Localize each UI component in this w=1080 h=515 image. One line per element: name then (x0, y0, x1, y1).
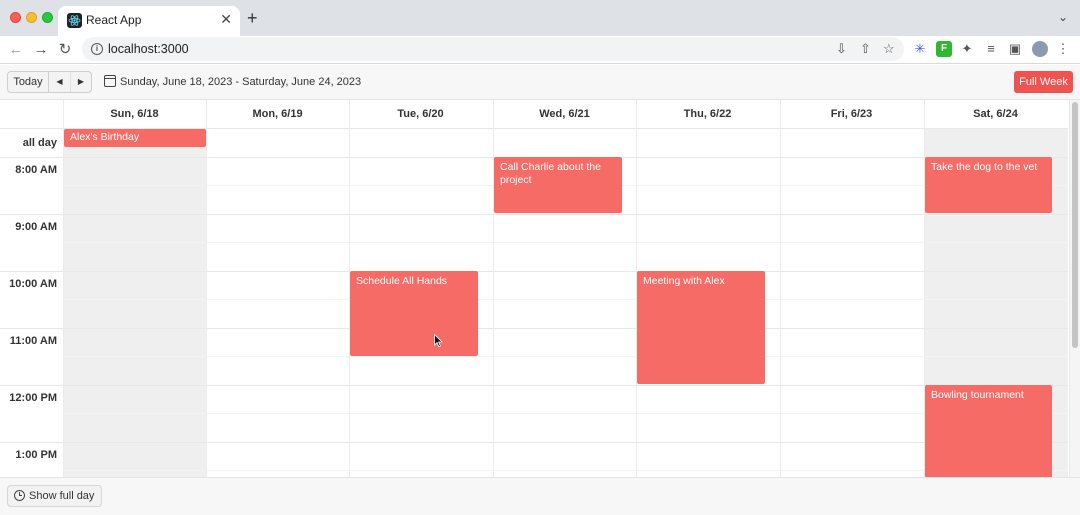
event-alexs-birthday[interactable]: Alex's Birthday (64, 129, 206, 147)
day-header-wed: Wed, 6/21 (539, 108, 590, 120)
show-full-day-button[interactable]: Show full day (7, 485, 103, 507)
calendar-footer: Show full day (0, 477, 1080, 515)
browser-toolbar: ← → ↻ i localhost:3000 ⇩ ⇧ ☆ ✳ F ✦ ≡ ▣ ⋮ (0, 36, 1080, 64)
scrollbar-thumb[interactable] (1072, 102, 1078, 348)
extension-f-icon[interactable]: F (936, 41, 952, 57)
grid-scrollbar[interactable] (1069, 100, 1080, 477)
time-label: 11:00 AM (9, 335, 57, 347)
back-arrow-icon[interactable]: ← (5, 39, 27, 61)
event-call-charlie[interactable]: Call Charlie about the project (494, 157, 622, 213)
event-bowling-tournament[interactable]: Bowling tournament (925, 385, 1052, 477)
browser-tab-bar: React App ✕ + ⌄ (0, 0, 1080, 36)
tab-close-icon[interactable]: ✕ (220, 11, 232, 27)
reload-icon[interactable]: ↻ (54, 39, 76, 61)
share-icon[interactable]: ⇧ (860, 41, 871, 57)
time-label: 9:00 AM (15, 221, 57, 233)
calendar-icon (104, 75, 116, 87)
maximize-window-button[interactable] (42, 12, 53, 23)
day-header-thu: Thu, 6/22 (683, 108, 732, 120)
show-full-day-label: Show full day (29, 490, 95, 502)
mouse-cursor-icon (434, 334, 443, 348)
event-schedule-all-hands[interactable]: Schedule All Hands (350, 271, 478, 356)
url-text[interactable]: localhost:3000 (108, 42, 189, 56)
browser-menu-icon[interactable]: ⋮ (1055, 41, 1071, 57)
minimize-window-button[interactable] (26, 12, 37, 23)
forward-arrow-icon[interactable]: → (30, 39, 52, 61)
time-label: 12:00 PM (9, 392, 57, 404)
event-meeting-with-alex[interactable]: Meeting with Alex (637, 271, 765, 384)
sunday-column-shade (63, 129, 206, 477)
close-window-button[interactable] (10, 12, 21, 23)
week-grid[interactable]: Sun, 6/18 Mon, 6/19 Tue, 6/20 Wed, 6/21 … (0, 99, 1080, 477)
calendar-app: Today ◀ ▶ Sunday, June 18, 2023 - Saturd… (0, 65, 1080, 515)
day-header-sat: Sat, 6/24 (973, 108, 1018, 120)
clock-icon (14, 490, 25, 501)
calendar-toolbar: Today ◀ ▶ Sunday, June 18, 2023 - Saturd… (0, 65, 1080, 99)
time-label: 10:00 AM (9, 278, 57, 290)
extensions-puzzle-icon[interactable]: ✦ (959, 41, 975, 57)
bookmark-star-icon[interactable]: ☆ (883, 41, 895, 57)
date-range-label: Sunday, June 18, 2023 - Saturday, June 2… (120, 76, 362, 88)
time-label: 1:00 PM (15, 449, 57, 461)
react-icon (67, 13, 82, 28)
day-header-sun: Sun, 6/18 (110, 108, 159, 120)
all-day-label: all day (22, 137, 57, 149)
day-header-fri: Fri, 6/23 (830, 108, 873, 120)
time-label: 8:00 AM (15, 164, 57, 176)
install-icon[interactable]: ⇩ (836, 41, 847, 57)
new-tab-button[interactable]: + (247, 8, 258, 28)
event-dog-vet[interactable]: Take the dog to the vet (925, 157, 1052, 213)
side-panel-icon[interactable]: ▣ (1007, 41, 1023, 57)
extension-snowflake-icon[interactable]: ✳ (912, 41, 928, 57)
full-week-button[interactable]: Full Week (1014, 71, 1073, 93)
next-week-button[interactable]: ▶ (70, 72, 91, 92)
address-bar[interactable]: i localhost:3000 ⇩ ⇧ ☆ (82, 37, 904, 61)
tab-title: React App (86, 13, 142, 27)
profile-avatar[interactable] (1032, 41, 1048, 57)
tab-search-chevron-icon[interactable]: ⌄ (1058, 10, 1068, 24)
previous-week-button[interactable]: ◀ (49, 72, 70, 92)
site-info-icon[interactable]: i (91, 43, 103, 55)
browser-tab[interactable]: React App ✕ (58, 6, 240, 36)
day-header-mon: Mon, 6/19 (252, 108, 303, 120)
navigation-button-group: Today ◀ ▶ (7, 71, 92, 93)
reading-list-icon[interactable]: ≡ (983, 41, 999, 57)
today-button[interactable]: Today (8, 72, 49, 92)
day-header-tue: Tue, 6/20 (397, 108, 444, 120)
